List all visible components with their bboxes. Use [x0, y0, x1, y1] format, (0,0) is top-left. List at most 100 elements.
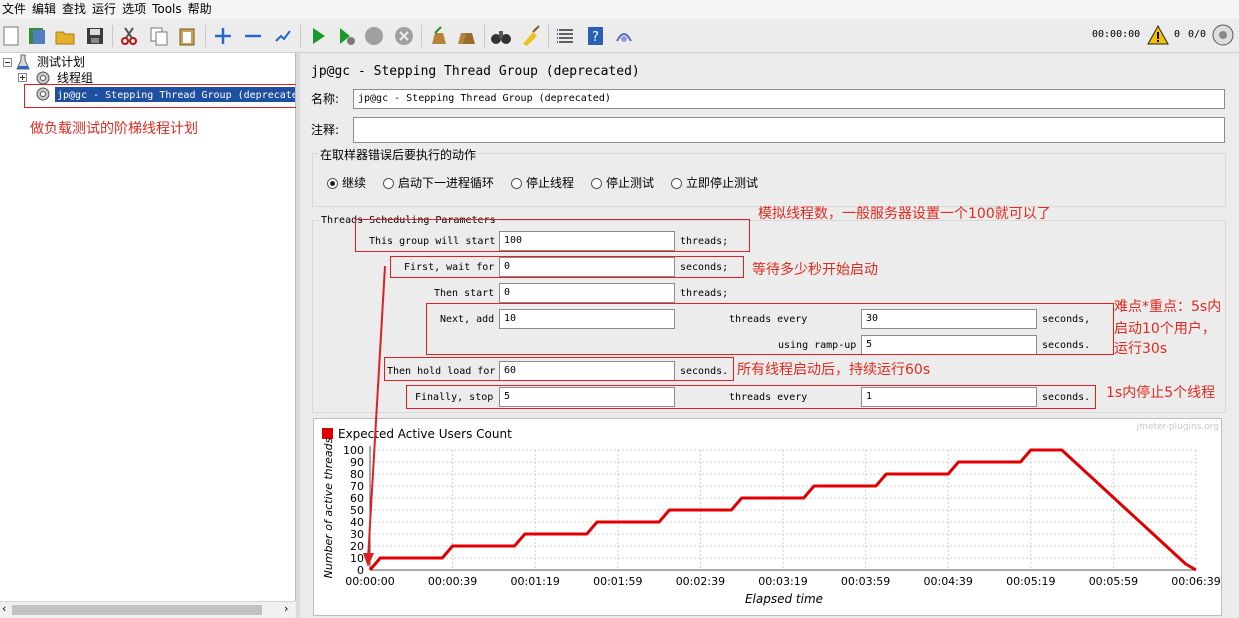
then-start-input[interactable]: 0	[499, 283, 675, 303]
tree-item-thread-group[interactable]: 线程组	[57, 71, 93, 85]
tree-root[interactable]: 测试计划	[37, 55, 85, 69]
comment-label: 注释:	[311, 123, 340, 137]
x-tick-label: 00:01:19	[510, 575, 559, 588]
radio-unchecked-icon	[671, 178, 682, 189]
y-tick-label: 10	[350, 552, 364, 565]
radio-label: 继续	[342, 176, 367, 190]
templates-icon[interactable]	[26, 25, 48, 47]
open-folder-icon[interactable]	[54, 25, 76, 47]
new-file-icon[interactable]	[0, 25, 22, 47]
y-tick-label: 70	[350, 480, 364, 493]
x-tick-label: 00:03:19	[758, 575, 807, 588]
stop-icon[interactable]	[363, 25, 385, 47]
cut-icon[interactable]	[118, 25, 140, 47]
annotation-box	[24, 84, 298, 108]
scroll-left-icon[interactable]: ‹	[2, 602, 6, 615]
expand-node-icon[interactable]	[18, 73, 27, 82]
tree-horizontal-scrollbar[interactable]: ‹ ›	[0, 601, 295, 618]
error-count: 0	[1174, 29, 1181, 40]
remote-icon[interactable]	[613, 25, 635, 47]
copy-icon[interactable]	[148, 25, 170, 47]
chart-watermark: jmeter-plugins.org	[1136, 422, 1219, 432]
scroll-thumb[interactable]	[12, 605, 262, 615]
radio-unchecked-icon	[591, 178, 602, 189]
radio-checked-icon	[327, 178, 338, 189]
radio-label: 立即停止测试	[686, 176, 759, 190]
menu-file[interactable]: 文件	[0, 0, 30, 18]
radio-start-next-loop[interactable]: 启动下一进程循环	[383, 176, 494, 190]
radio-label: 启动下一进程循环	[398, 176, 495, 190]
then-start-unit: threads;	[680, 288, 729, 299]
error-group-title: 在取样器错误后要执行的动作	[318, 148, 479, 162]
annotation-threads: 模拟线程数，一般服务器设置一个100就可以了	[758, 206, 1051, 222]
search-icon[interactable]	[490, 25, 512, 47]
name-input[interactable]: jp@gc - Stepping Thread Group (deprecate…	[353, 89, 1225, 109]
annotation-key-3: 运行30s	[1114, 341, 1168, 357]
annotation-box	[406, 385, 1096, 409]
menu-search[interactable]: 查找	[60, 0, 90, 18]
clear-icon[interactable]	[427, 25, 449, 47]
active-threads: 0/0	[1188, 29, 1207, 40]
radio-stop-test[interactable]: 停止测试	[591, 176, 654, 190]
annotation-box	[390, 256, 744, 278]
menu-bar: 文件 编辑 查找 运行 选项 Tools 帮助	[0, 0, 1239, 19]
menu-edit[interactable]: 编辑	[30, 0, 60, 18]
comment-input[interactable]	[353, 117, 1225, 143]
annotation-box	[355, 219, 750, 252]
then-start-label: Then start	[434, 288, 495, 299]
collapse-node-icon[interactable]	[3, 58, 12, 67]
annotation-plan: 做负载测试的阶梯线程计划	[30, 121, 198, 137]
annotation-box	[384, 357, 734, 381]
start-icon[interactable]	[307, 25, 329, 47]
menu-options[interactable]: 选项	[120, 0, 150, 18]
collapse-icon[interactable]	[242, 25, 264, 47]
warning-icon[interactable]	[1147, 25, 1169, 45]
radio-label: 停止线程	[526, 176, 575, 190]
annotation-box	[426, 303, 1114, 355]
annotation-stop: 1s内停止5个线程	[1106, 385, 1216, 401]
annotation-key-2: 启动10个用户，	[1114, 321, 1216, 337]
y-tick-label: 20	[350, 540, 364, 553]
y-tick-label: 90	[350, 456, 364, 469]
expand-icon[interactable]	[212, 25, 234, 47]
radio-label: 停止测试	[606, 176, 655, 190]
scroll-right-icon[interactable]: ›	[284, 602, 288, 615]
toolbar: ? 00:00:00 0 0/0	[0, 19, 1239, 53]
radio-continue[interactable]: 继续	[327, 176, 366, 190]
x-tick-label: 00:04:39	[923, 575, 972, 588]
x-tick-label: 00:01:59	[593, 575, 642, 588]
y-tick-label: 30	[350, 528, 364, 541]
help-icon[interactable]: ?	[585, 25, 607, 47]
annotation-hold: 所有线程启动后，持续运行60s	[737, 362, 931, 378]
menu-run[interactable]: 运行	[90, 0, 120, 18]
save-icon[interactable]	[84, 25, 106, 47]
test-plan-tree: 测试计划 线程组 jp@gc - Stepping Thread Group (…	[0, 53, 298, 601]
toggle-icon[interactable]	[272, 25, 294, 47]
y-tick-label: 80	[350, 468, 364, 481]
panel-title: jp@gc - Stepping Thread Group (deprecate…	[311, 64, 640, 79]
radio-stop-thread[interactable]: 停止线程	[511, 176, 574, 190]
paste-icon[interactable]	[176, 25, 198, 47]
x-tick-label: 00:03:59	[841, 575, 890, 588]
x-axis-label: Elapsed time	[745, 592, 823, 606]
y-tick-label: 100	[343, 444, 364, 457]
elapsed-timer: 00:00:00	[1092, 29, 1141, 40]
y-axis-label: Number of active threads	[322, 437, 335, 578]
radio-stop-test-now[interactable]: 立即停止测试	[671, 176, 758, 190]
y-tick-label: 50	[350, 504, 364, 517]
config-panel: jp@gc - Stepping Thread Group (deprecate…	[300, 53, 1239, 618]
clear-all-icon[interactable]	[455, 25, 477, 47]
y-tick-label: 60	[350, 492, 364, 505]
radio-unchecked-icon	[383, 178, 394, 189]
menu-tools[interactable]: Tools	[150, 0, 186, 18]
x-tick-label: 00:00:00	[345, 575, 394, 588]
start-no-pauses-icon[interactable]	[335, 25, 357, 47]
annotation-key-1: 难点*重点：5s内	[1114, 299, 1222, 315]
shutdown-icon[interactable]	[393, 25, 415, 47]
reset-search-icon[interactable]	[520, 25, 542, 47]
x-tick-label: 00:06:39	[1171, 575, 1220, 588]
y-tick-label: 40	[350, 516, 364, 529]
function-helper-icon[interactable]	[555, 25, 577, 47]
menu-help[interactable]: 帮助	[186, 0, 216, 18]
x-tick-label: 00:05:19	[1006, 575, 1055, 588]
